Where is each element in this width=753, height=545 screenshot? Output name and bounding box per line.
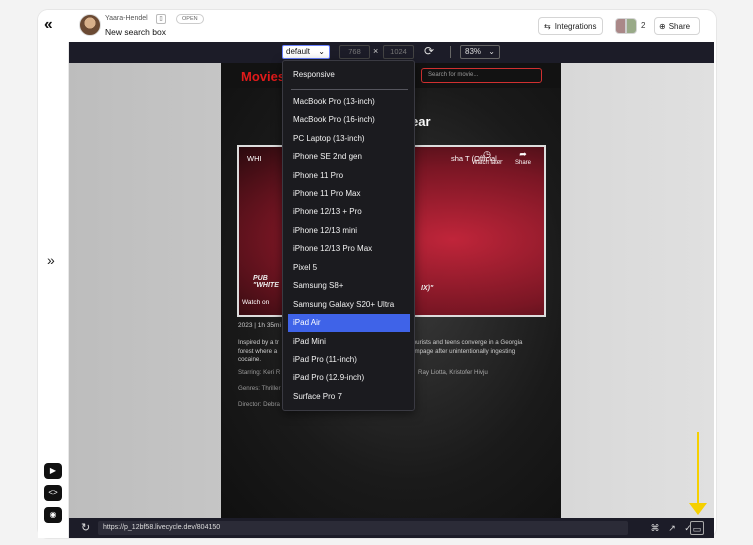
collaborator-avatars[interactable] bbox=[615, 18, 637, 34]
camera-button[interactable]: ◉ bbox=[44, 507, 62, 523]
code-button[interactable]: <> bbox=[44, 485, 62, 501]
status-badge: OPEN bbox=[176, 14, 204, 24]
video-title-left: WHI bbox=[247, 154, 262, 163]
site-search-input[interactable]: Search for movie... bbox=[421, 68, 542, 83]
desc-line: tourists and teens converge in a Georgia bbox=[411, 339, 523, 346]
dropdown-option[interactable]: iPhone 12/13 mini bbox=[288, 222, 410, 240]
top-header: ‹‹ Yaara-Hendel New search box ▯ OPEN ⇆ … bbox=[38, 10, 716, 42]
site-logo[interactable]: Movies bbox=[241, 69, 285, 84]
dropdown-option[interactable]: iPad Pro (12.9-inch) bbox=[288, 369, 410, 387]
dropdown-option[interactable]: Samsung Galaxy S20+ Ultra bbox=[288, 296, 410, 314]
dropdown-option[interactable]: MacBook Pro (13-inch) bbox=[288, 93, 410, 111]
video-share-label: Share bbox=[515, 160, 532, 166]
dropdown-option[interactable]: iPhone 11 Pro bbox=[288, 167, 410, 185]
movie-description-right: tourists and teens converge in a Georgia… bbox=[411, 339, 522, 356]
device-dropdown: Responsive MacBook Pro (13-inch) MacBook… bbox=[282, 60, 415, 411]
add-user-icon: ⊕ bbox=[659, 21, 666, 31]
share-arrow-icon: ➦ bbox=[519, 149, 527, 159]
desc-line: forest where a bbox=[238, 347, 278, 355]
watch-on-youtube[interactable]: Watch on bbox=[242, 299, 269, 306]
dropdown-option[interactable]: iPad Mini bbox=[288, 333, 410, 351]
desc-line: cocaine. bbox=[238, 356, 262, 363]
video-record-button[interactable]: ▶ bbox=[44, 463, 62, 479]
desc-line: ampage after unintentionally ingesting bbox=[411, 347, 516, 355]
watch-later-button[interactable]: ◷ Watch later bbox=[472, 149, 502, 166]
open-external-icon[interactable]: ↗ bbox=[665, 521, 679, 535]
annotation-arrow-head-icon bbox=[689, 503, 707, 515]
share-label: Share bbox=[668, 21, 691, 31]
genres-credit: Genres: Thriller bbox=[238, 385, 281, 392]
chevron-down-icon: ⌄ bbox=[318, 47, 325, 56]
device-select-value: default bbox=[286, 47, 311, 56]
desc-line: Inspired by a tr bbox=[238, 339, 279, 346]
app-root: ‹‹ Yaara-Hendel New search box ▯ OPEN ⇆ … bbox=[0, 0, 753, 545]
user-avatar[interactable] bbox=[79, 14, 101, 36]
swap-arrows-icon: ⇆ bbox=[544, 21, 551, 31]
device-icon: ▯ bbox=[156, 14, 166, 24]
starring-credit-right: Ray Liotta, Kristofer Hivju bbox=[418, 369, 488, 376]
annotation-arrow-line bbox=[697, 432, 699, 512]
dropdown-option[interactable]: iPhone 12/13 Pro Max bbox=[288, 240, 410, 258]
starring-credit: Starring: Keri R bbox=[238, 369, 281, 376]
integrations-button[interactable]: ⇆ Integrations bbox=[538, 17, 603, 35]
dropdown-divider bbox=[291, 89, 408, 90]
dropdown-option[interactable]: iPad Pro (11-inch) bbox=[288, 351, 410, 369]
dropdown-option[interactable]: MacBook Pro (16-inch) bbox=[288, 111, 410, 129]
zoom-select[interactable]: 83% ⌄ bbox=[460, 45, 500, 59]
dropdown-option[interactable]: Pixel 5 bbox=[288, 259, 410, 277]
dropdown-option[interactable]: PC Laptop (13-inch) bbox=[288, 130, 410, 148]
dropdown-option[interactable]: iPhone 11 Pro Max bbox=[288, 185, 410, 203]
movie-description-left: Inspired by a tr forest where a cocaine. bbox=[238, 339, 279, 365]
video-overlay-text-left: PUB "WHITE bbox=[253, 275, 279, 289]
project-title: New search box bbox=[105, 27, 166, 37]
reload-icon[interactable]: ↻ bbox=[81, 521, 90, 534]
dropdown-option[interactable]: Samsung S8+ bbox=[288, 277, 410, 295]
toolbar-divider bbox=[450, 46, 451, 58]
livecycle-logo-icon[interactable]: ‹‹ bbox=[44, 16, 66, 36]
device-select[interactable]: default ⌄ bbox=[282, 45, 330, 59]
movie-runtime: 1h 35mi bbox=[257, 322, 281, 329]
bottom-bar: ↻ https://p_12bf58.livecycle.dev/804150 … bbox=[69, 518, 714, 538]
share-button[interactable]: ⊕ Share bbox=[654, 17, 700, 35]
rotate-icon[interactable]: ⟳ bbox=[424, 44, 434, 58]
watch-later-label: Watch later bbox=[472, 160, 503, 166]
clock-icon: ◷ bbox=[483, 149, 491, 159]
dropdown-option[interactable]: iPhone SE 2nd gen bbox=[288, 148, 410, 166]
integrations-label: Integrations bbox=[554, 21, 597, 31]
dropdown-option[interactable]: iPhone 12/13 + Pro bbox=[288, 203, 410, 221]
left-rail: » ▶ <> ◉ bbox=[38, 42, 69, 538]
dropdown-option-selected[interactable]: iPad Air bbox=[288, 314, 410, 332]
movie-meta: 2023 | 1h 35mi bbox=[238, 322, 281, 329]
expand-chevrons-icon[interactable]: » bbox=[47, 252, 55, 268]
chevron-down-icon: ⌄ bbox=[488, 47, 495, 56]
dropdown-option[interactable]: Responsive bbox=[288, 66, 410, 84]
dropdown-option[interactable]: Surface Pro 7 bbox=[288, 388, 410, 406]
video-overlay-text-right: IX)" bbox=[421, 285, 434, 292]
height-input[interactable]: 1024 bbox=[383, 45, 414, 59]
code-view-icon[interactable]: ⌘ bbox=[648, 521, 662, 535]
video-share-button[interactable]: ➦ Share bbox=[515, 149, 531, 166]
director-credit: Director: Debra bbox=[238, 401, 280, 408]
width-input[interactable]: 768 bbox=[339, 45, 370, 59]
dimension-separator: × bbox=[373, 46, 379, 56]
url-field[interactable]: https://p_12bf58.livecycle.dev/804150 bbox=[98, 521, 628, 535]
device-view-icon[interactable]: ▭ bbox=[690, 521, 704, 535]
zoom-value: 83% bbox=[465, 47, 482, 56]
collaborator-count: 2 bbox=[641, 21, 646, 30]
movie-year: 2023 bbox=[238, 322, 253, 329]
user-name: Yaara-Hendel bbox=[105, 15, 148, 22]
